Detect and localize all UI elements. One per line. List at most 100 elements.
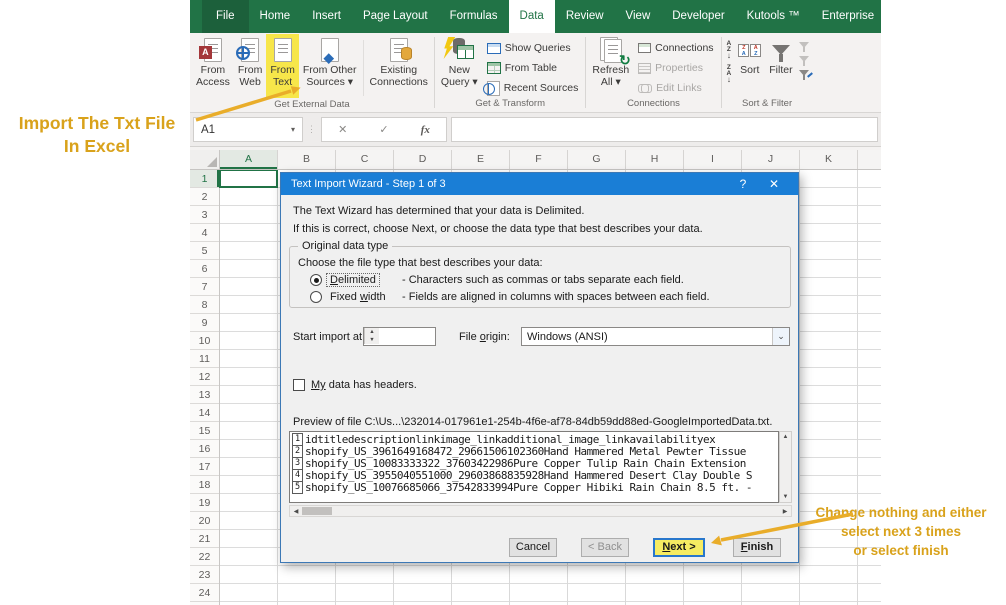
row-header[interactable]: 14 (190, 404, 219, 422)
row-header[interactable]: 8 (190, 296, 219, 314)
refresh-all-button[interactable]: ↻ Refresh All ▾ (588, 34, 633, 98)
row-header[interactable]: 17 (190, 458, 219, 476)
from-other-sources-button[interactable]: ◆ From Other Sources ▾ (299, 34, 361, 98)
dialog-title-bar[interactable]: Text Import Wizard - Step 1 of 3 ? ✕ (281, 173, 798, 195)
recent-sources-button[interactable]: Recent Sources (482, 78, 584, 98)
row-header[interactable]: 4 (190, 224, 219, 242)
column-header[interactable]: C (336, 150, 394, 169)
column-header[interactable]: J (742, 150, 800, 169)
clear-filter-icon[interactable] (799, 42, 809, 48)
my-data-has-headers-checkbox[interactable] (293, 379, 305, 391)
reapply-filter-icon[interactable] (799, 56, 809, 62)
column-header[interactable]: G (568, 150, 626, 169)
properties-icon (638, 63, 651, 74)
filter-button[interactable]: Filter (765, 34, 796, 98)
column-header[interactable]: A (220, 150, 278, 169)
tab-formulas[interactable]: Formulas (439, 0, 509, 33)
column-header[interactable]: E (452, 150, 510, 169)
close-icon[interactable]: ✕ (760, 177, 788, 191)
scrollbar-thumb[interactable] (302, 507, 332, 515)
scroll-down-icon[interactable]: ▼ (780, 492, 791, 502)
row-header[interactable]: 18 (190, 476, 219, 494)
finish-button[interactable]: Finish (733, 538, 781, 557)
row-header[interactable]: 1 (190, 170, 219, 188)
properties-button[interactable]: Properties (633, 58, 718, 78)
row-header[interactable]: 5 (190, 242, 219, 260)
insert-function-icon[interactable]: fx (421, 124, 430, 136)
row-header[interactable]: 21 (190, 530, 219, 548)
new-query-button[interactable]: New Query ▾ (437, 34, 482, 98)
row-header[interactable]: 11 (190, 350, 219, 368)
fixed-width-radio[interactable] (310, 291, 322, 303)
sort-az-button[interactable]: AZ↓ (724, 38, 735, 62)
tab-developer[interactable]: Developer (661, 0, 735, 33)
edit-links-button[interactable]: Edit Links (633, 78, 718, 98)
column-header[interactable]: K (800, 150, 858, 169)
scroll-right-icon[interactable]: ▶ (779, 508, 791, 515)
tab-kutools[interactable]: Kutools ™ (736, 0, 811, 33)
existing-connections-button[interactable]: Existing Connections (366, 34, 432, 98)
from-text-button[interactable]: From Text (266, 34, 299, 98)
name-box-caret-icon[interactable]: ▾ (291, 125, 295, 134)
column-header[interactable]: B (278, 150, 336, 169)
row-header[interactable]: 13 (190, 386, 219, 404)
cancel-entry-icon[interactable]: ✕ (338, 123, 347, 136)
back-button[interactable]: < Back (581, 538, 629, 557)
start-row-spinner[interactable]: 1 ▲▼ (363, 327, 436, 346)
advanced-filter-icon[interactable] (799, 70, 809, 76)
selected-cell-a1[interactable] (219, 170, 278, 188)
file-preview-box[interactable]: 1 idtitledescriptionlinkimage_linkadditi… (289, 431, 779, 503)
scroll-up-icon[interactable]: ▲ (780, 432, 791, 442)
help-icon[interactable]: ? (726, 177, 760, 191)
cancel-button[interactable]: Cancel (509, 538, 557, 557)
sort-za-button[interactable]: ZA↓ (724, 62, 735, 86)
from-web-button[interactable]: From Web (234, 34, 267, 98)
row-header[interactable]: 2 (190, 188, 219, 206)
row-header[interactable]: 10 (190, 332, 219, 350)
chevron-down-icon[interactable]: ⌄ (772, 328, 789, 345)
row-header[interactable]: 20 (190, 512, 219, 530)
tab-review[interactable]: Review (555, 0, 615, 33)
tab-insert[interactable]: Insert (301, 0, 352, 33)
column-header[interactable]: F (510, 150, 568, 169)
delimited-radio[interactable] (310, 274, 322, 286)
select-all-corner[interactable] (190, 150, 220, 169)
next-button[interactable]: Next > (653, 538, 705, 557)
row-header[interactable]: 7 (190, 278, 219, 296)
tab-file[interactable]: File (202, 0, 249, 33)
name-box[interactable]: A1 ▾ (193, 117, 303, 142)
connections-button[interactable]: Connections (633, 38, 718, 58)
row-header[interactable]: 12 (190, 368, 219, 386)
preview-horizontal-scrollbar[interactable]: ◀ ▶ (289, 505, 792, 517)
row-header[interactable]: 23 (190, 566, 219, 584)
enter-entry-icon[interactable]: ✓ (379, 123, 388, 136)
from-access-button[interactable]: A From Access (192, 34, 234, 98)
tab-page-layout[interactable]: Page Layout (352, 0, 439, 33)
show-queries-button[interactable]: Show Queries (482, 38, 584, 58)
row-header[interactable]: 19 (190, 494, 219, 512)
tab-home[interactable]: Home (249, 0, 302, 33)
formula-bar-grip[interactable]: ⋮ (307, 124, 317, 135)
row-header[interactable]: 24 (190, 584, 219, 602)
row-header[interactable]: 22 (190, 548, 219, 566)
preview-vertical-scrollbar[interactable]: ▲ ▼ (779, 431, 792, 503)
headers-checkbox-label[interactable]: My data has headers. (311, 379, 417, 391)
from-table-button[interactable]: From Table (482, 58, 584, 78)
row-header[interactable]: 3 (190, 206, 219, 224)
fixed-width-label[interactable]: Fixed width (327, 291, 389, 303)
delimited-label[interactable]: Delimited (327, 274, 379, 286)
tab-view[interactable]: View (615, 0, 662, 33)
file-origin-select[interactable]: Windows (ANSI) ⌄ (521, 327, 790, 346)
column-header[interactable]: H (626, 150, 684, 169)
row-header[interactable]: 16 (190, 440, 219, 458)
scroll-left-icon[interactable]: ◀ (290, 508, 302, 515)
row-header[interactable]: 15 (190, 422, 219, 440)
tab-data[interactable]: Data (509, 0, 555, 33)
formula-input[interactable] (451, 117, 878, 142)
sort-button[interactable]: ZAAZ Sort (734, 34, 765, 98)
column-header[interactable]: I (684, 150, 742, 169)
tab-enterprise[interactable]: Enterprise (811, 0, 885, 33)
row-header[interactable]: 9 (190, 314, 219, 332)
row-header[interactable]: 6 (190, 260, 219, 278)
column-header[interactable]: D (394, 150, 452, 169)
